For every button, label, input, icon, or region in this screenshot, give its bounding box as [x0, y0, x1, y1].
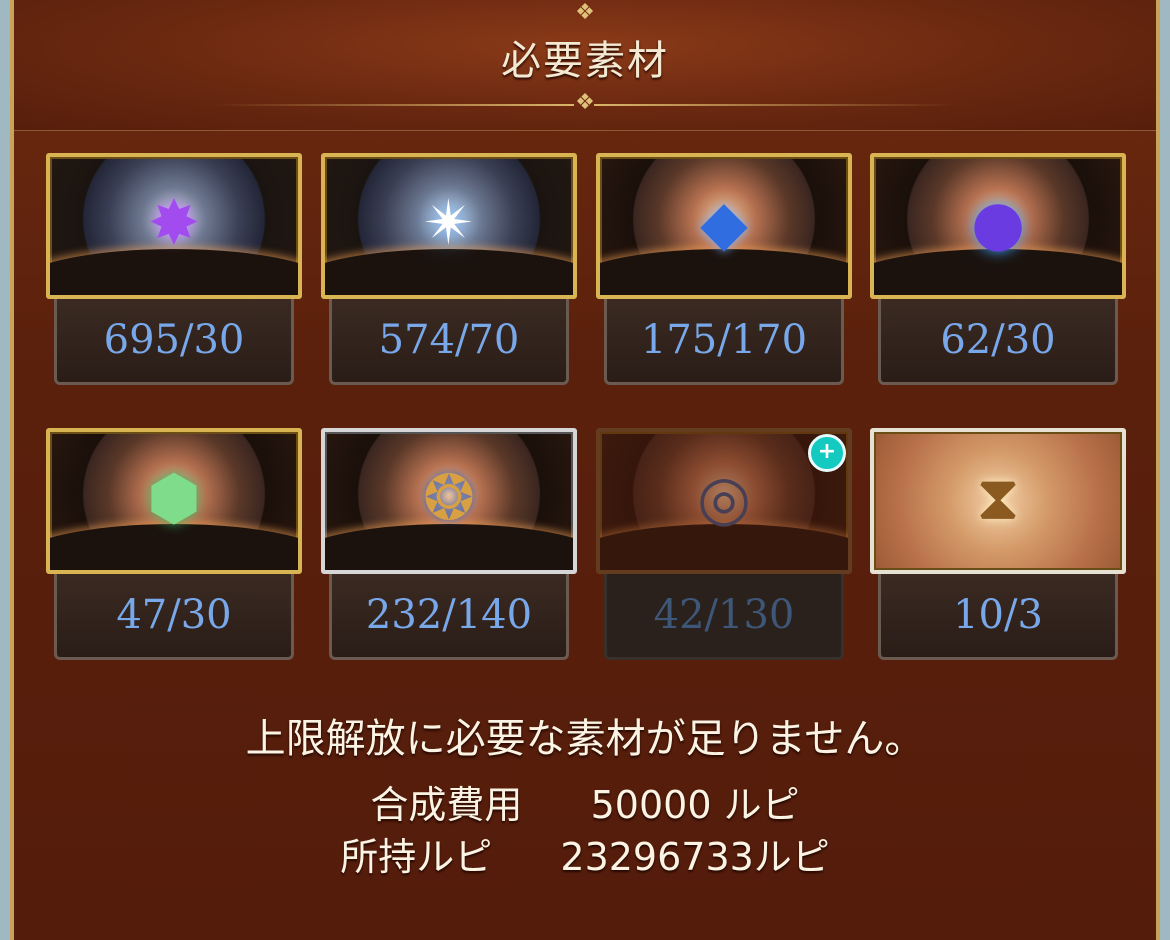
light-orb-icon: ✴: [423, 185, 475, 259]
material-card[interactable]: ✴: [321, 153, 577, 299]
material-count: 695/30: [103, 317, 245, 363]
zoom-in-icon[interactable]: +: [808, 434, 846, 472]
material-card[interactable]: ⧗: [870, 428, 1126, 574]
count-box: 10/3: [878, 574, 1118, 660]
cost-label: 合成費用: [370, 783, 523, 827]
owned-value: 23296733ルピ: [560, 835, 830, 879]
dialog-header: ❖ 必要素材 ❖: [14, 0, 1156, 131]
material-count: 175/170: [640, 317, 808, 363]
owned-label: 所持ルピ: [340, 835, 493, 879]
cosmic-sphere-icon: ●: [970, 185, 1026, 259]
material-count: 42/130: [653, 592, 795, 638]
header-divider-left: [214, 104, 574, 106]
divider-ornament-icon: ❖: [575, 90, 595, 115]
hourglass-icon: ⧗: [976, 460, 1020, 534]
count-box: 175/170: [604, 299, 844, 385]
purple-crystal-icon: ✸: [148, 185, 200, 259]
count-box: 42/130: [604, 574, 844, 660]
material-count: 10/3: [953, 592, 1043, 638]
green-hex-icon: ⬢: [146, 460, 202, 534]
material-count: 47/30: [116, 592, 232, 638]
material-slot[interactable]: ● 62/30: [870, 153, 1126, 393]
material-card[interactable]: ◆: [596, 153, 852, 299]
material-card[interactable]: ✸: [46, 153, 302, 299]
material-count: 232/140: [365, 592, 533, 638]
ornate-emblem-icon: ❂: [423, 460, 475, 534]
material-count: 574/70: [378, 317, 520, 363]
material-slot-insufficient[interactable]: ◎ + 42/130: [596, 428, 852, 668]
astral-disc-icon: ◎: [696, 460, 752, 534]
material-slot[interactable]: ❂ 232/140: [321, 428, 577, 668]
dialog-title: 必要素材: [501, 38, 669, 84]
blue-crystal-icon: ◆: [700, 185, 748, 259]
cost-line: 合成費用 50000 ルピ: [0, 774, 1170, 829]
material-card[interactable]: ⬢: [46, 428, 302, 574]
count-box: 47/30: [54, 574, 294, 660]
count-box: 574/70: [329, 299, 569, 385]
header-divider-right: [594, 104, 954, 106]
material-slot[interactable]: ◆ 175/170: [596, 153, 852, 393]
top-ornament-icon: ❖: [575, 0, 595, 25]
cost-value: 50000 ルピ: [590, 783, 800, 827]
material-slot[interactable]: ⧗ 10/3: [870, 428, 1126, 668]
material-count: 62/30: [940, 317, 1056, 363]
insufficient-materials-message: 上限解放に必要な素材が足りません。: [245, 716, 925, 762]
material-slot[interactable]: ⬢ 47/30: [46, 428, 302, 668]
owned-line: 所持ルピ 23296733ルピ: [0, 826, 1170, 881]
count-box: 232/140: [329, 574, 569, 660]
count-box: 695/30: [54, 299, 294, 385]
material-card[interactable]: ❂: [321, 428, 577, 574]
material-card[interactable]: ●: [870, 153, 1126, 299]
material-slot[interactable]: ✴ 574/70: [321, 153, 577, 393]
count-box: 62/30: [878, 299, 1118, 385]
material-slot[interactable]: ✸ 695/30: [46, 153, 302, 393]
